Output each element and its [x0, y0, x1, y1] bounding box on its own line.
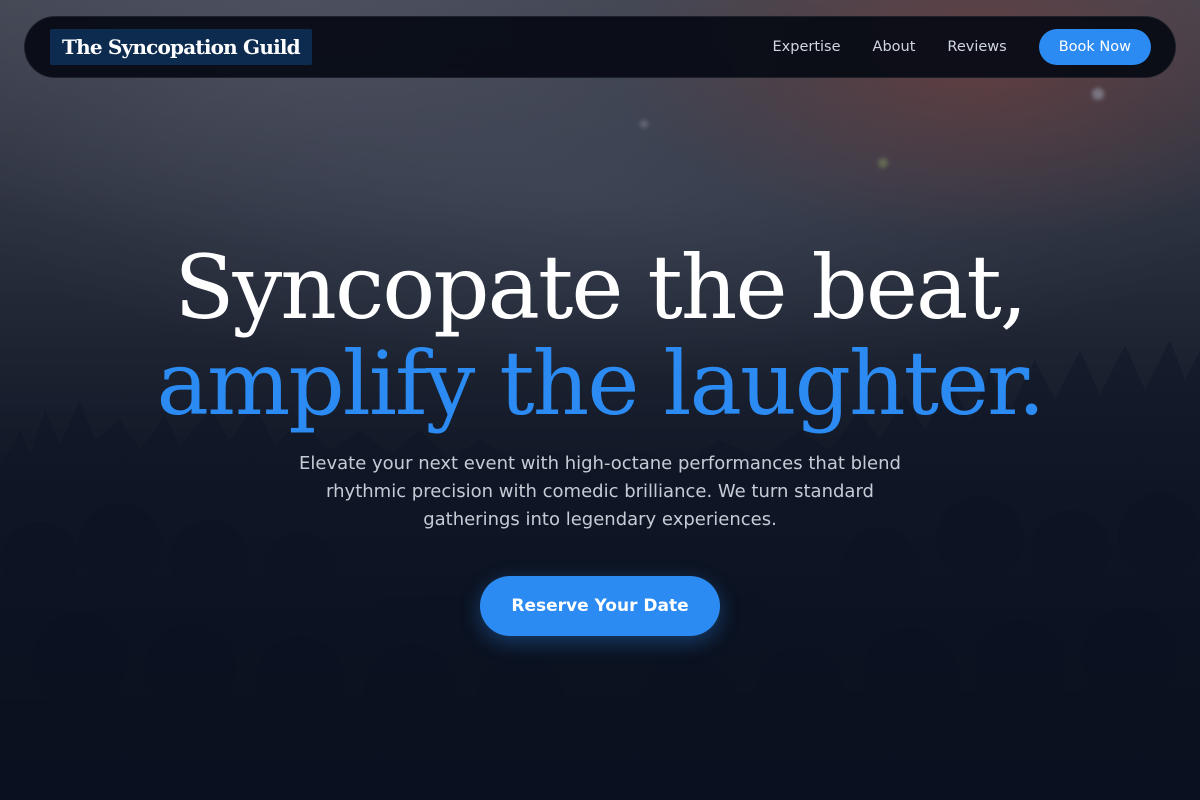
hero-section: Syncopate the beat, amplify the laughter… [0, 240, 1200, 636]
reserve-date-button[interactable]: Reserve Your Date [480, 576, 720, 636]
navbar: The Syncopation Guild Expertise About Re… [24, 16, 1176, 78]
nav-link-expertise[interactable]: Expertise [773, 39, 841, 55]
nav-link-about[interactable]: About [873, 39, 916, 55]
nav-links: Expertise About Reviews Book Now [773, 29, 1151, 65]
hero-headline-line2: amplify the laughter. [156, 332, 1046, 435]
book-now-button[interactable]: Book Now [1038, 29, 1151, 65]
nav-link-reviews[interactable]: Reviews [947, 39, 1006, 55]
brand-logo[interactable]: The Syncopation Guild [50, 29, 312, 65]
hero-headline: Syncopate the beat, amplify the laughter… [0, 240, 1200, 432]
hero-subtitle: Elevate your next event with high-octane… [299, 453, 901, 530]
hero-headline-line1: Syncopate the beat, [174, 236, 1027, 339]
